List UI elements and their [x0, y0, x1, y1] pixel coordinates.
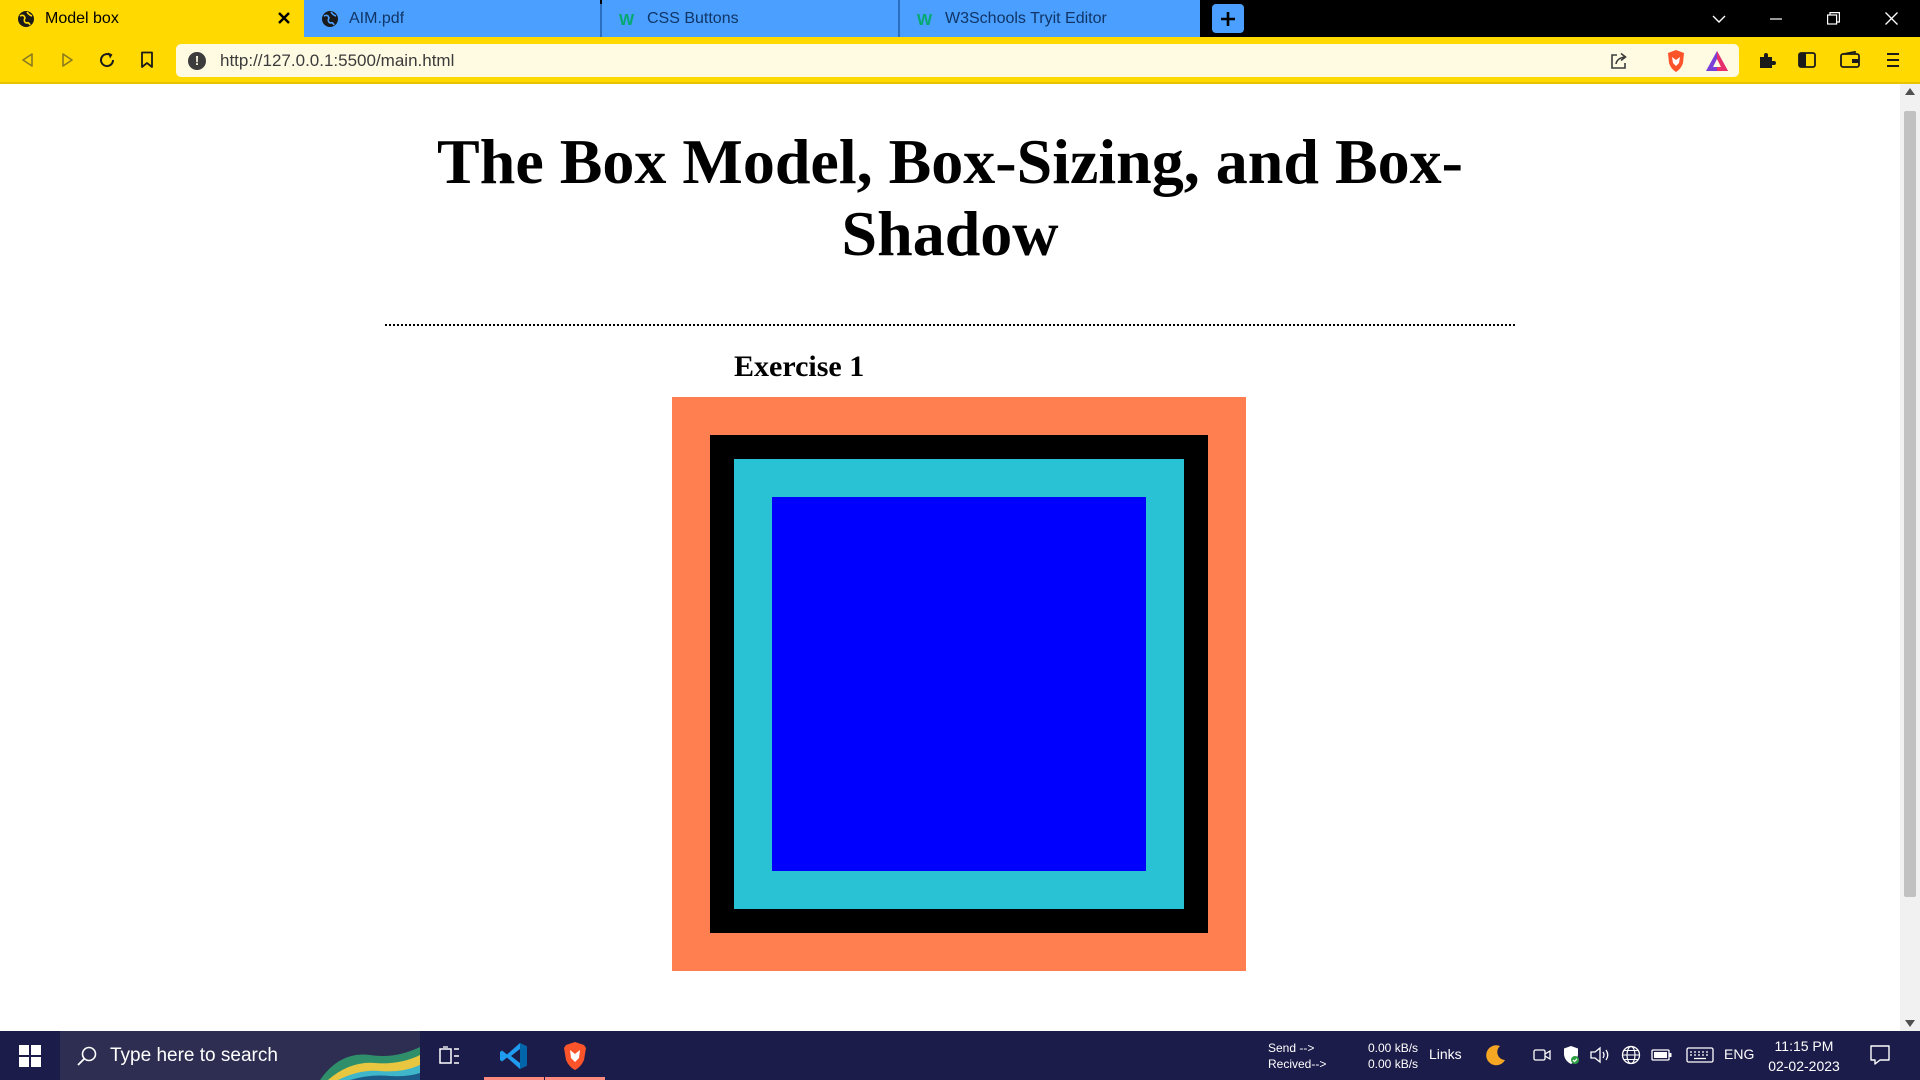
tab-w3schools-tryit[interactable]: W W3Schools Tryit Editor — [900, 0, 1200, 37]
box-model-border — [710, 435, 1208, 933]
address-bar[interactable]: ! http://127.0.0.1:5500/main.html — [176, 44, 1739, 77]
close-tab-icon[interactable] — [274, 8, 294, 28]
close-window-button[interactable] — [1868, 0, 1914, 37]
search-highlight-illustration — [320, 1041, 420, 1080]
network-globe-icon[interactable] — [1619, 1044, 1643, 1066]
bookmark-icon[interactable] — [133, 46, 161, 74]
box-model-margin — [672, 397, 1246, 971]
brave-taskbar-icon[interactable] — [545, 1031, 605, 1080]
scroll-thumb[interactable] — [1904, 111, 1916, 897]
scroll-up-arrow-icon[interactable] — [1905, 88, 1915, 95]
volume-icon[interactable] — [1588, 1044, 1612, 1066]
scroll-down-arrow-icon[interactable] — [1905, 1020, 1915, 1027]
globe-icon — [321, 10, 339, 28]
sidebar-icon[interactable] — [1795, 49, 1819, 71]
net-received-value: 0.00 kB/s — [1368, 1057, 1419, 1071]
clock-time: 11:15 PM — [1774, 1038, 1834, 1054]
windows-taskbar: Type here to search Send --> Recived--> … — [0, 1031, 1920, 1080]
brave-rewards-icon[interactable] — [1705, 50, 1729, 72]
tab-title: Model box — [45, 9, 119, 27]
menu-icon[interactable] — [1881, 49, 1905, 71]
exercise-heading: Exercise 1 — [734, 350, 865, 383]
task-view-icon[interactable] — [420, 1031, 480, 1080]
box-model-content — [772, 497, 1146, 871]
restore-button[interactable] — [1810, 0, 1856, 37]
svg-text:W: W — [619, 12, 635, 27]
net-send-label: Send --> — [1268, 1041, 1315, 1055]
tab-model-box[interactable]: Model box — [0, 0, 304, 37]
page-title: The Box Model, Box-Sizing, and Box-Shado… — [437, 126, 1463, 269]
system-clock[interactable]: 11:15 PM 02-02-2023 — [1764, 1036, 1844, 1076]
url-text[interactable]: http://127.0.0.1:5500/main.html — [220, 51, 454, 71]
input-language[interactable]: ENG — [1724, 1046, 1754, 1062]
vertical-scrollbar[interactable] — [1900, 84, 1920, 1031]
tab-title: AIM.pdf — [349, 9, 405, 27]
clock-date: 02-02-2023 — [1768, 1058, 1840, 1074]
links-toolbar[interactable]: Links — [1429, 1046, 1462, 1062]
share-icon[interactable] — [1609, 51, 1629, 71]
tab-strip: Model box AIM.pdf W CSS Buttons W W3Scho… — [0, 0, 1920, 37]
w3schools-icon: W — [917, 10, 935, 28]
net-send-value: 0.00 kB/s — [1368, 1041, 1419, 1055]
back-button[interactable] — [14, 46, 42, 74]
brave-shields-icon[interactable] — [1665, 49, 1687, 73]
tab-title: CSS Buttons — [647, 9, 739, 27]
w3schools-icon: W — [619, 10, 637, 28]
browser-toolbar: ! http://127.0.0.1:5500/main.html — [0, 37, 1920, 82]
tab-aim-pdf[interactable]: AIM.pdf — [304, 0, 605, 37]
windows-start-button[interactable] — [0, 1031, 60, 1080]
svg-text:W: W — [917, 12, 933, 27]
tab-css-buttons[interactable]: W CSS Buttons — [602, 0, 900, 37]
touch-keyboard-icon[interactable] — [1685, 1044, 1715, 1066]
box-model-padding — [734, 459, 1184, 909]
reload-button[interactable] — [93, 46, 121, 74]
network-labels: Send --> Recived--> — [1268, 1040, 1326, 1072]
battery-icon[interactable] — [1650, 1044, 1674, 1066]
night-light-moon-icon[interactable] — [1484, 1044, 1508, 1066]
vscode-taskbar-icon[interactable] — [484, 1031, 544, 1080]
search-placeholder: Type here to search — [110, 1044, 278, 1066]
tab-search-chevron-icon[interactable] — [1696, 0, 1742, 37]
security-shield-icon[interactable] — [1559, 1044, 1583, 1066]
page-viewport: The Box Model, Box-Sizing, and Box-Shado… — [0, 84, 1900, 1031]
meet-now-icon[interactable] — [1530, 1044, 1554, 1066]
search-icon — [76, 1045, 98, 1067]
globe-icon — [17, 10, 35, 28]
net-received-label: Recived--> — [1268, 1057, 1327, 1071]
dotted-divider — [385, 324, 1515, 326]
wallet-icon[interactable] — [1838, 49, 1862, 71]
tab-title: W3Schools Tryit Editor — [945, 9, 1107, 27]
site-info-icon[interactable]: ! — [188, 51, 206, 70]
network-values: 0.00 kB/s 0.00 kB/s — [1368, 1040, 1418, 1072]
notification-center-icon[interactable] — [1868, 1043, 1892, 1067]
taskbar-search-box[interactable]: Type here to search — [60, 1031, 420, 1080]
new-tab-button[interactable] — [1212, 4, 1244, 33]
minimize-button[interactable] — [1753, 0, 1799, 37]
forward-button[interactable] — [53, 46, 81, 74]
extensions-icon[interactable] — [1755, 49, 1779, 71]
